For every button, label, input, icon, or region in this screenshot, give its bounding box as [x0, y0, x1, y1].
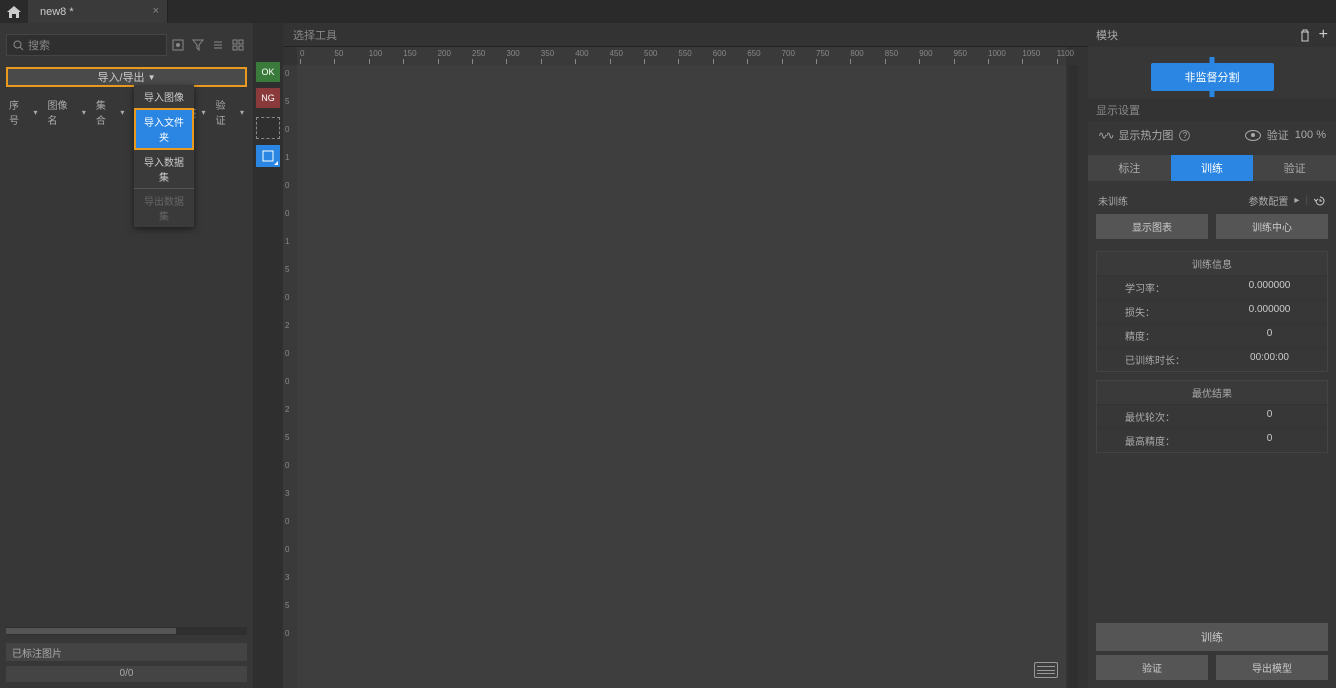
left-panel: 搜索 导入/导出▼ 序号▾ 图像名▾ 集合▾ 签▾ 验证▾ 已标注图片 0/0 [0, 23, 253, 688]
filter-a-icon[interactable] [169, 35, 187, 55]
search-placeholder: 搜索 [28, 37, 50, 53]
canvas[interactable] [297, 65, 1066, 688]
canvas-toolbar: 选择工具 [283, 23, 1088, 47]
menu-export-dataset: 导出数据集 [134, 188, 194, 227]
eye-icon[interactable] [1245, 130, 1261, 141]
grid-icon[interactable] [229, 35, 247, 55]
ruler-vertical: 050100150200250300350 [283, 65, 297, 688]
train-info-header: 训练信息 [1097, 252, 1327, 275]
col-image-name[interactable]: 图像名▾ [43, 94, 91, 130]
tab-title: new8 * [40, 6, 74, 18]
col-verify[interactable]: 验证▾ [210, 94, 249, 130]
search-input[interactable]: 搜索 [6, 34, 167, 56]
select-tool-icon[interactable] [256, 117, 280, 139]
tab-annotate[interactable]: 标注 [1088, 155, 1171, 181]
close-tab-icon[interactable]: × [153, 5, 159, 17]
h-scrollbar[interactable] [6, 627, 247, 635]
chevron-down-icon: ▼ [148, 73, 156, 82]
best-result-header: 最优结果 [1097, 381, 1327, 404]
menu-import-dataset[interactable]: 导入数据集 [134, 150, 194, 188]
plus-icon[interactable]: + [1319, 29, 1328, 42]
import-export-menu: 导入图像 导入文件夹 导入数据集 导出数据集 [134, 85, 194, 227]
display-settings-header: 显示设置 [1088, 99, 1336, 121]
info-icon[interactable]: ? [1179, 130, 1190, 141]
module-button[interactable]: 非监督分割 [1151, 63, 1274, 91]
export-model-button[interactable]: 导出模型 [1216, 655, 1328, 680]
v-scrollbar[interactable] [1068, 65, 1078, 688]
train-status: 未训练 [1098, 193, 1128, 208]
tab-train[interactable]: 训练 [1171, 155, 1254, 181]
ng-badge[interactable]: NG [256, 88, 280, 108]
annotated-label: 已标注图片 [6, 643, 247, 661]
home-button[interactable] [0, 0, 28, 23]
verify-button[interactable]: 验证 [1096, 655, 1208, 680]
heatmap-label: 显示热力图 [1118, 127, 1173, 143]
train-button[interactable]: 训练 [1096, 623, 1328, 651]
col-set[interactable]: 集合▾ [91, 94, 130, 130]
file-tab[interactable]: new8 * × [28, 0, 168, 23]
ruler-horizontal: 0501001502002503003504004505005506006507… [297, 47, 1066, 65]
trash-icon[interactable] [1299, 29, 1311, 42]
heatmap-wave-icon: ∿∿ [1098, 129, 1112, 142]
count-bar: 0/0 [6, 666, 247, 682]
show-chart-button[interactable]: 显示图表 [1096, 214, 1208, 239]
import-export-button[interactable]: 导入/导出▼ [6, 67, 247, 87]
keyboard-icon[interactable] [1034, 662, 1058, 678]
right-panel: 模块 + 非监督分割 显示设置 ∿∿ 显示热力图 ? 验证 100 % 标注 训… [1088, 23, 1336, 688]
tool-strip: OK NG [253, 23, 283, 688]
tab-verify[interactable]: 验证 [1253, 155, 1336, 181]
list-icon[interactable] [209, 35, 227, 55]
col-seq[interactable]: 序号▾ [4, 94, 43, 130]
menu-import-folder[interactable]: 导入文件夹 [134, 108, 194, 150]
region-tool-icon[interactable] [256, 145, 280, 167]
module-header: 模块 [1096, 27, 1118, 43]
param-config[interactable]: 参数配置 [1248, 193, 1288, 208]
ok-badge[interactable]: OK [256, 62, 280, 82]
train-center-button[interactable]: 训练中心 [1216, 214, 1328, 239]
chevron-right-icon[interactable]: ▸ [1294, 195, 1299, 206]
menu-import-image[interactable]: 导入图像 [134, 85, 194, 108]
funnel-icon[interactable] [189, 35, 207, 55]
history-icon[interactable] [1314, 195, 1326, 207]
